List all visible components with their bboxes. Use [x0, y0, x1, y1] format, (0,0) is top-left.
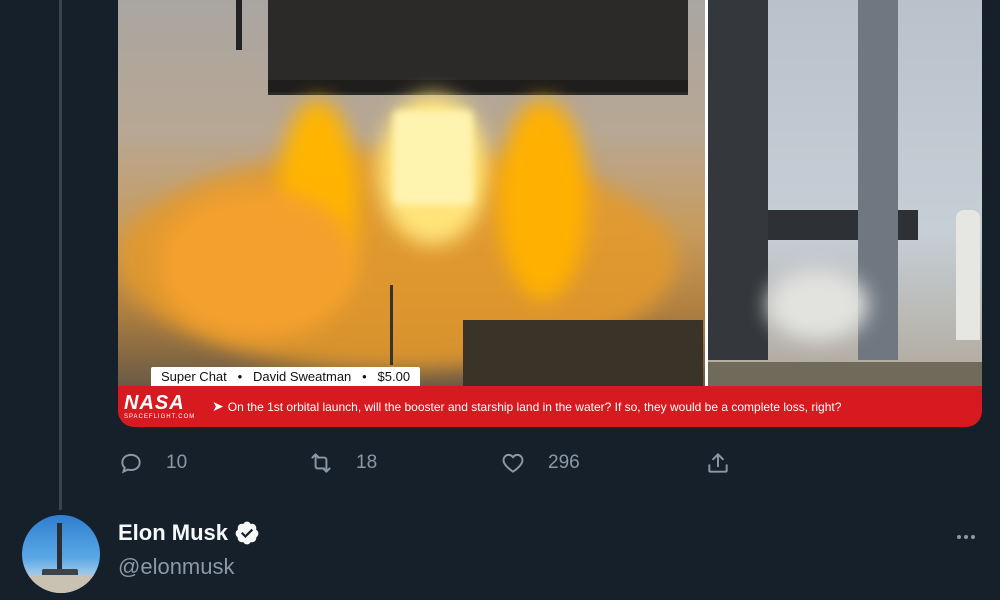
retweet-icon — [311, 453, 331, 473]
logo-subtext: SPACEFLIGHT.COM — [124, 413, 196, 420]
reply-button[interactable]: 10 — [118, 446, 187, 480]
share-button[interactable] — [705, 446, 731, 480]
launch-image — [118, 0, 705, 386]
superchat-label: Super Chat • David Sweatman • $5.00 — [151, 367, 421, 386]
like-button[interactable]: 296 — [500, 446, 580, 480]
retweet-button[interactable]: 18 — [308, 446, 377, 480]
superchat-name: David Sweatman — [253, 369, 352, 384]
avatar[interactable] — [22, 515, 100, 593]
more-options-icon[interactable] — [954, 525, 978, 549]
tweet-actions: 10 18 296 — [118, 446, 758, 480]
superchat-title: Super Chat — [161, 369, 227, 384]
retweet-count: 18 — [356, 452, 378, 473]
reply-icon — [121, 453, 141, 474]
heart-icon — [502, 453, 524, 473]
share-icon — [708, 453, 728, 473]
arrow-icon: ➤ — [212, 398, 224, 414]
superchat-separator: • — [237, 369, 243, 384]
like-count: 296 — [548, 452, 580, 473]
author-name[interactable]: Elon Musk — [118, 520, 228, 546]
question-banner: NASA SPACEFLIGHT.COM ➤ On the 1st orbita… — [118, 386, 982, 427]
verified-badge-icon — [235, 521, 259, 545]
superchat-amount: $5.00 — [377, 369, 411, 384]
banner-question: On the 1st orbital launch, will the boos… — [227, 399, 842, 414]
reply-count: 10 — [166, 452, 188, 473]
tower-image — [708, 0, 982, 386]
author-name-row[interactable]: Elon Musk — [118, 520, 260, 546]
author-handle[interactable]: @elonmusk — [118, 554, 235, 580]
logo-word: NASA — [124, 391, 185, 414]
tweet-media[interactable]: Super Chat • David Sweatman • $5.00 NASA… — [118, 0, 982, 427]
nasa-spaceflight-logo: NASA SPACEFLIGHT.COM — [118, 393, 212, 421]
superchat-separator-2: • — [362, 369, 367, 384]
avatar-ground — [22, 575, 100, 593]
thread-line — [59, 0, 62, 510]
